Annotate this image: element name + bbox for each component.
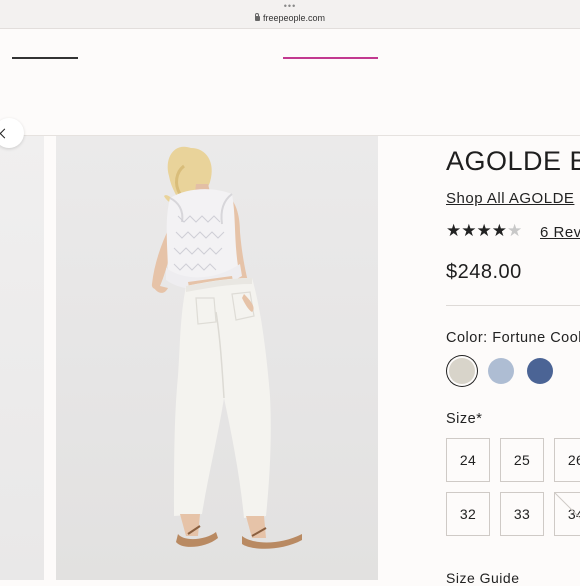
model-photo xyxy=(151,146,302,549)
lock-icon xyxy=(254,13,260,21)
shop-all-brand-link[interactable]: Shop All AGOLDE xyxy=(446,190,574,207)
browser-address-bar: ••• freepeople.com xyxy=(0,0,580,29)
url-text: freepeople.com xyxy=(262,13,326,23)
divider xyxy=(446,305,580,306)
swatch-fortune-cookie[interactable] xyxy=(449,358,475,384)
swatch-light-blue[interactable] xyxy=(488,358,514,384)
star-empty-icon: ★ xyxy=(507,221,523,240)
reviews-link[interactable]: 6 Revi xyxy=(540,224,580,241)
header-accent-underline xyxy=(283,57,378,59)
star-icon: ★ xyxy=(476,221,492,240)
url-display[interactable]: freepeople.com xyxy=(0,13,580,23)
size-guide-link[interactable]: Size Guide xyxy=(446,570,519,586)
star-icon: ★ xyxy=(446,221,462,240)
product-title: AGOLDE Ba xyxy=(446,146,580,176)
main-product-image[interactable] xyxy=(56,136,378,580)
header-nav-underline xyxy=(12,57,78,59)
size-option[interactable]: 33 xyxy=(500,492,544,536)
unavailable-slash-icon xyxy=(555,493,580,519)
rating-stars[interactable]: ★★★★★ xyxy=(446,221,522,241)
site-header xyxy=(0,29,580,136)
star-icon: ★ xyxy=(491,221,507,240)
browser-menu-dots[interactable]: ••• xyxy=(0,2,580,11)
previous-product-image[interactable] xyxy=(0,136,44,580)
swatch-dark-blue[interactable] xyxy=(527,358,553,384)
size-label: Size* xyxy=(446,411,483,427)
color-label: Color: Fortune Cook xyxy=(446,330,580,346)
size-option[interactable]: 34 xyxy=(554,492,580,536)
product-price: $248.00 xyxy=(446,261,522,283)
size-option[interactable]: 25 xyxy=(500,438,544,482)
star-icon: ★ xyxy=(461,221,477,240)
size-option[interactable]: 26 xyxy=(554,438,580,482)
size-option[interactable]: 24 xyxy=(446,438,490,482)
size-option[interactable]: 32 xyxy=(446,492,490,536)
